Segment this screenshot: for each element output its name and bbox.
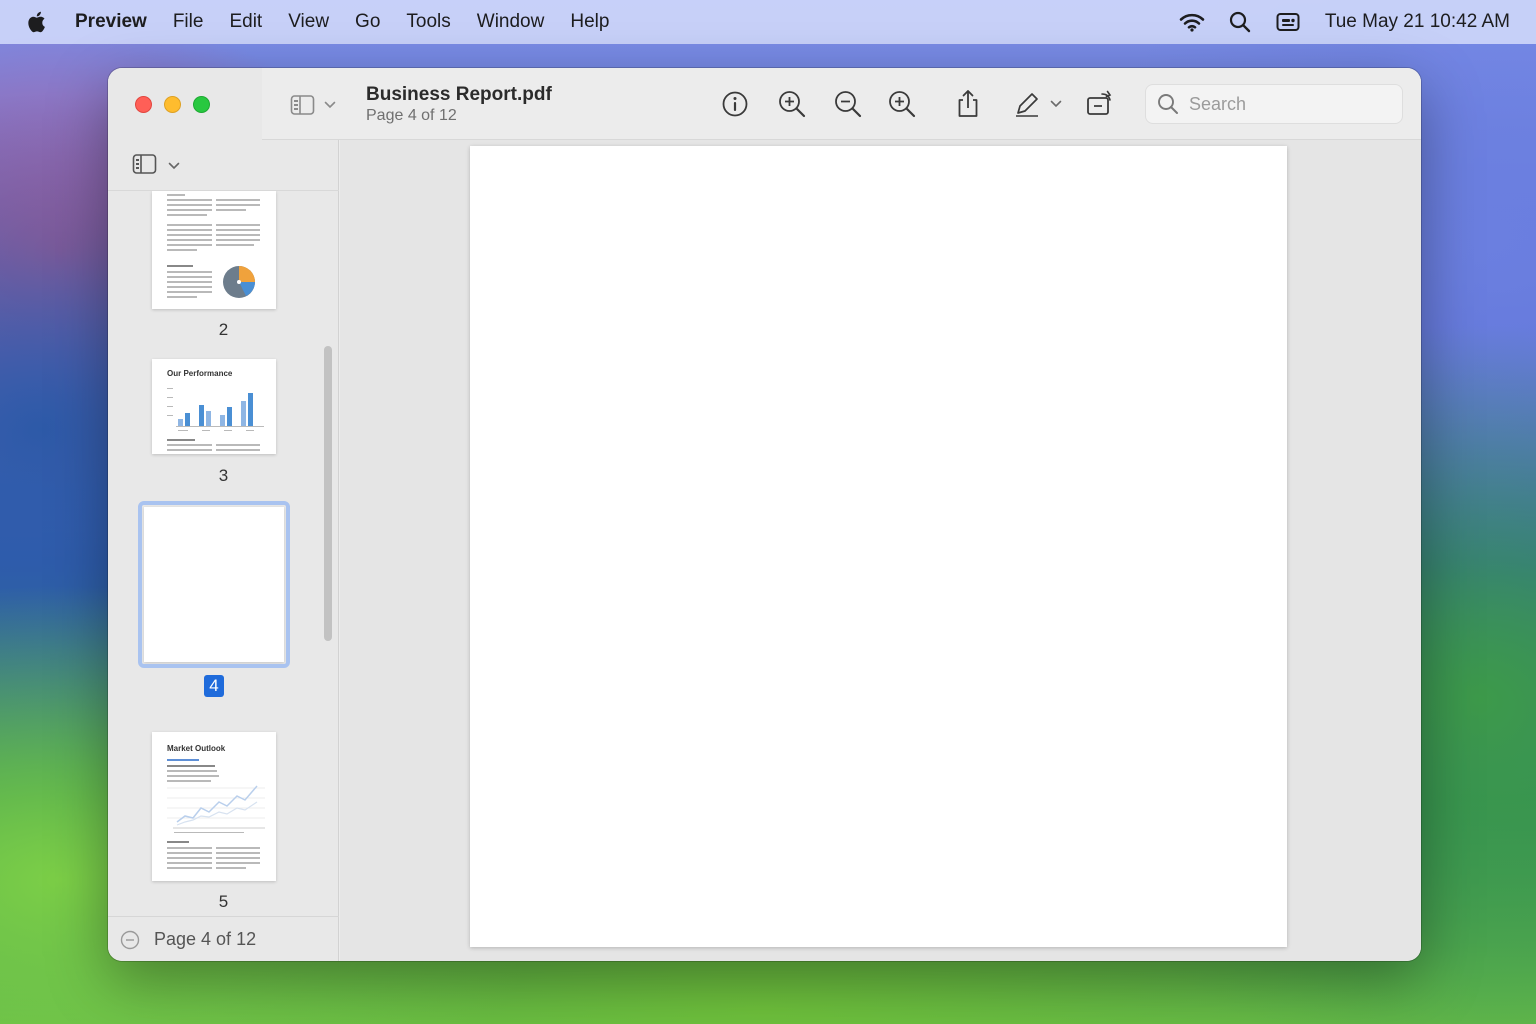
line-chart-thumbnail [167, 785, 265, 829]
menu-help[interactable]: Help [570, 11, 609, 33]
share-icon [955, 89, 981, 119]
toolbar: Business Report.pdf Page 4 of 12 [262, 68, 1421, 140]
thumbnail-page-4-selected[interactable] [138, 501, 290, 668]
zoom-window-button[interactable] [193, 96, 210, 113]
sidebar-page-status: Page 4 of 12 [154, 929, 257, 949]
zoom-out-icon [833, 89, 863, 119]
rotate-button[interactable] [1084, 88, 1116, 120]
blank-page-thumbnail [144, 507, 284, 662]
sidebar-toggle-button[interactable] [290, 92, 340, 118]
sidebar-icon [290, 94, 316, 116]
chevron-down-icon [1050, 100, 1062, 108]
zoom-in-icon [777, 89, 807, 119]
apple-menu-icon[interactable] [27, 10, 49, 34]
sidebar-view-menu-button[interactable] [132, 153, 182, 180]
status-area: Tue May 21 10:42 AM [1157, 0, 1510, 44]
chevron-down-icon [168, 162, 180, 170]
menu-file[interactable]: File [173, 11, 204, 33]
thumbnail-page-3[interactable]: Our Performance [152, 359, 276, 454]
zoom-to-fit-button[interactable] [886, 88, 918, 120]
thumbnail-view-icon [132, 153, 158, 180]
zoom-out-button[interactable] [832, 88, 864, 120]
menu-tools[interactable]: Tools [406, 11, 450, 33]
pen-icon [1012, 89, 1042, 119]
chevron-down-icon [324, 101, 336, 109]
menu-bar: Preview File Edit View Go Tools Window H… [0, 0, 1536, 44]
menu-view[interactable]: View [288, 11, 329, 33]
search-field[interactable] [1145, 84, 1403, 124]
bar-chart-thumbnail [176, 389, 266, 427]
menubar-clock[interactable]: Tue May 21 10:42 AM [1325, 11, 1510, 33]
rotate-icon [1085, 89, 1115, 119]
thumbnail-page-2[interactable] [152, 191, 276, 309]
magnify-plus-icon [887, 89, 917, 119]
wifi-icon[interactable] [1179, 9, 1205, 35]
menu-window[interactable]: Window [477, 11, 545, 33]
info-icon [721, 90, 749, 118]
search-icon [1157, 93, 1179, 115]
document-view[interactable] [340, 140, 1421, 961]
sidebar-scrollbar-thumb[interactable] [324, 346, 332, 641]
document-page-indicator: Page 4 of 12 [366, 107, 457, 124]
menu-edit[interactable]: Edit [229, 11, 262, 33]
share-button[interactable] [952, 88, 984, 120]
thumbnail-page-5[interactable]: Market Outlook [152, 732, 276, 881]
collapse-minus-icon[interactable] [120, 930, 140, 950]
thumbnail-label-5: 5 [218, 892, 229, 911]
thumbnail-list: 2 Our Performance 3 4 Market Outlook 5 [108, 191, 339, 916]
minimize-window-button[interactable] [164, 96, 181, 113]
thumbnail-sidebar: 2 Our Performance 3 4 Market Outlook 5 P… [108, 68, 339, 961]
document-title: Business Report.pdf [366, 84, 552, 105]
info-button[interactable] [719, 88, 751, 120]
app-menu-preview[interactable]: Preview [75, 11, 147, 33]
markup-button[interactable] [1012, 88, 1068, 120]
thumbnail-heading: Our Performance [167, 369, 233, 378]
thumbnail-label-3: 3 [218, 466, 229, 485]
preview-window: 2 Our Performance 3 4 Market Outlook 5 P… [108, 68, 1421, 961]
menu-go[interactable]: Go [355, 11, 380, 33]
thumbnail-label-2: 2 [218, 320, 229, 339]
thumbnail-heading: Market Outlook [167, 744, 226, 753]
selected-page-number-badge: 4 [204, 675, 224, 697]
spotlight-search-icon[interactable] [1227, 9, 1253, 35]
close-window-button[interactable] [135, 96, 152, 113]
zoom-in-button[interactable] [776, 88, 808, 120]
pdf-page-4[interactable] [470, 146, 1287, 947]
search-input[interactable] [1189, 93, 1389, 115]
control-center-icon[interactable] [1275, 9, 1301, 35]
pie-chart-thumbnail [223, 266, 255, 298]
sidebar-footer: Page 4 of 12 [108, 916, 339, 961]
